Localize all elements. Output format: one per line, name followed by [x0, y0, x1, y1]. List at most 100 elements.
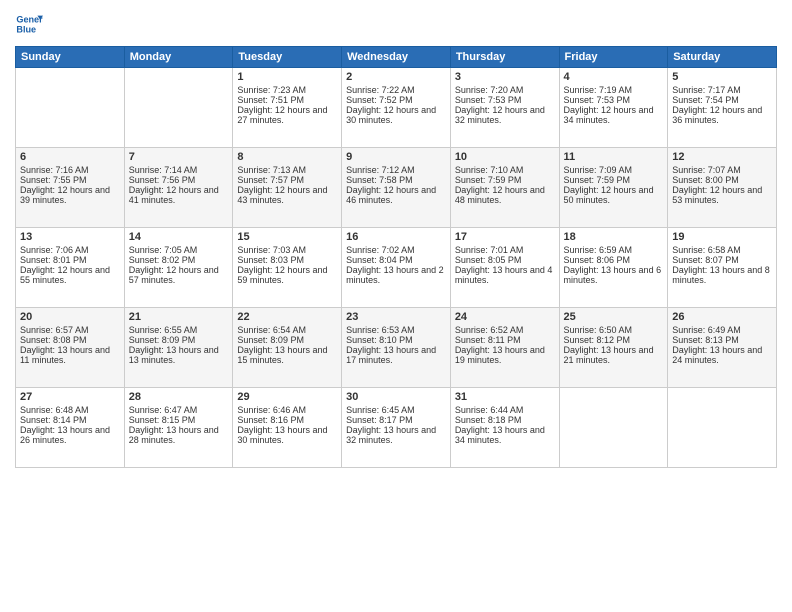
day-number: 31: [455, 391, 555, 403]
daylight-text: Daylight: 12 hours and 41 minutes.: [129, 185, 229, 205]
sunset-text: Sunset: 8:02 PM: [129, 255, 229, 265]
sunset-text: Sunset: 8:17 PM: [346, 415, 446, 425]
day-number: 23: [346, 311, 446, 323]
sunset-text: Sunset: 8:08 PM: [20, 335, 120, 345]
daylight-text: Daylight: 12 hours and 48 minutes.: [455, 185, 555, 205]
sunset-text: Sunset: 8:06 PM: [564, 255, 664, 265]
sunrise-text: Sunrise: 6:47 AM: [129, 405, 229, 415]
day-number: 17: [455, 231, 555, 243]
sunset-text: Sunset: 8:10 PM: [346, 335, 446, 345]
sunrise-text: Sunrise: 6:52 AM: [455, 325, 555, 335]
sunset-text: Sunset: 7:59 PM: [564, 175, 664, 185]
day-number: 10: [455, 151, 555, 163]
col-header-friday: Friday: [559, 47, 668, 68]
sunset-text: Sunset: 7:57 PM: [237, 175, 337, 185]
col-header-wednesday: Wednesday: [342, 47, 451, 68]
day-cell: 15Sunrise: 7:03 AMSunset: 8:03 PMDayligh…: [233, 228, 342, 308]
week-row-2: 13Sunrise: 7:06 AMSunset: 8:01 PMDayligh…: [16, 228, 777, 308]
sunset-text: Sunset: 8:03 PM: [237, 255, 337, 265]
daylight-text: Daylight: 13 hours and 11 minutes.: [20, 345, 120, 365]
sunrise-text: Sunrise: 7:16 AM: [20, 165, 120, 175]
daylight-text: Daylight: 13 hours and 26 minutes.: [20, 425, 120, 445]
sunset-text: Sunset: 7:55 PM: [20, 175, 120, 185]
sunrise-text: Sunrise: 6:46 AM: [237, 405, 337, 415]
daylight-text: Daylight: 12 hours and 27 minutes.: [237, 105, 337, 125]
col-header-thursday: Thursday: [450, 47, 559, 68]
sunset-text: Sunset: 8:15 PM: [129, 415, 229, 425]
sunrise-text: Sunrise: 7:23 AM: [237, 85, 337, 95]
sunset-text: Sunset: 8:09 PM: [237, 335, 337, 345]
day-number: 15: [237, 231, 337, 243]
sunrise-text: Sunrise: 6:55 AM: [129, 325, 229, 335]
day-number: 12: [672, 151, 772, 163]
sunrise-text: Sunrise: 7:03 AM: [237, 245, 337, 255]
day-cell: 26Sunrise: 6:49 AMSunset: 8:13 PMDayligh…: [668, 308, 777, 388]
daylight-text: Daylight: 13 hours and 8 minutes.: [672, 265, 772, 285]
sunset-text: Sunset: 8:11 PM: [455, 335, 555, 345]
daylight-text: Daylight: 13 hours and 4 minutes.: [455, 265, 555, 285]
logo: General Blue: [15, 10, 43, 38]
day-number: 9: [346, 151, 446, 163]
day-cell: 14Sunrise: 7:05 AMSunset: 8:02 PMDayligh…: [124, 228, 233, 308]
svg-text:Blue: Blue: [16, 24, 36, 34]
sunrise-text: Sunrise: 7:05 AM: [129, 245, 229, 255]
sunset-text: Sunset: 8:09 PM: [129, 335, 229, 345]
daylight-text: Daylight: 13 hours and 13 minutes.: [129, 345, 229, 365]
day-number: 5: [672, 71, 772, 83]
day-cell: 16Sunrise: 7:02 AMSunset: 8:04 PMDayligh…: [342, 228, 451, 308]
col-header-tuesday: Tuesday: [233, 47, 342, 68]
day-number: 1: [237, 71, 337, 83]
sunrise-text: Sunrise: 6:45 AM: [346, 405, 446, 415]
header: General Blue: [15, 10, 777, 38]
sunrise-text: Sunrise: 6:44 AM: [455, 405, 555, 415]
day-cell: [124, 68, 233, 148]
day-cell: [559, 388, 668, 468]
day-number: 3: [455, 71, 555, 83]
day-number: 28: [129, 391, 229, 403]
day-cell: 7Sunrise: 7:14 AMSunset: 7:56 PMDaylight…: [124, 148, 233, 228]
daylight-text: Daylight: 13 hours and 32 minutes.: [346, 425, 446, 445]
day-cell: 28 Sunrise: 6:47 AMSunset: 8:15 PMDayligh…: [124, 388, 233, 468]
day-cell: 27Sunrise: 6:48 AMSunset: 8:14 PMDayligh…: [16, 388, 125, 468]
day-number: 14: [129, 231, 229, 243]
day-number: 19: [672, 231, 772, 243]
sunset-text: Sunset: 8:14 PM: [20, 415, 120, 425]
sunset-text: Sunset: 8:16 PM: [237, 415, 337, 425]
day-cell: 17Sunrise: 7:01 AMSunset: 8:05 PMDayligh…: [450, 228, 559, 308]
daylight-text: Daylight: 12 hours and 32 minutes.: [455, 105, 555, 125]
day-number: 29: [237, 391, 337, 403]
sunrise-text: Sunrise: 6:50 AM: [564, 325, 664, 335]
sunset-text: Sunset: 8:00 PM: [672, 175, 772, 185]
col-header-sunday: Sunday: [16, 47, 125, 68]
sunset-text: Sunset: 7:51 PM: [237, 95, 337, 105]
day-number: 16: [346, 231, 446, 243]
daylight-text: Daylight: 13 hours and 6 minutes.: [564, 265, 664, 285]
col-header-saturday: Saturday: [668, 47, 777, 68]
day-number: 27: [20, 391, 120, 403]
day-cell: 12Sunrise: 7:07 AMSunset: 8:00 PMDayligh…: [668, 148, 777, 228]
daylight-text: Daylight: 13 hours and 21 minutes.: [564, 345, 664, 365]
day-number: 2: [346, 71, 446, 83]
sunrise-text: Sunrise: 7:22 AM: [346, 85, 446, 95]
sunrise-text: Sunrise: 7:06 AM: [20, 245, 120, 255]
sunset-text: Sunset: 8:01 PM: [20, 255, 120, 265]
daylight-text: Daylight: 13 hours and 28 minutes.: [129, 425, 229, 445]
sunset-text: Sunset: 8:04 PM: [346, 255, 446, 265]
header-row: SundayMondayTuesdayWednesdayThursdayFrid…: [16, 47, 777, 68]
day-number: 20: [20, 311, 120, 323]
sunrise-text: Sunrise: 6:49 AM: [672, 325, 772, 335]
sunset-text: Sunset: 7:56 PM: [129, 175, 229, 185]
day-cell: 6Sunrise: 7:16 AMSunset: 7:55 PMDaylight…: [16, 148, 125, 228]
sunrise-text: Sunrise: 6:53 AM: [346, 325, 446, 335]
day-number: 22: [237, 311, 337, 323]
sunset-text: Sunset: 8:13 PM: [672, 335, 772, 345]
daylight-text: Daylight: 13 hours and 15 minutes.: [237, 345, 337, 365]
day-cell: 11Sunrise: 7:09 AMSunset: 7:59 PMDayligh…: [559, 148, 668, 228]
day-number: 30: [346, 391, 446, 403]
day-cell: 23Sunrise: 6:53 AMSunset: 8:10 PMDayligh…: [342, 308, 451, 388]
daylight-text: Daylight: 12 hours and 30 minutes.: [346, 105, 446, 125]
sunset-text: Sunset: 7:52 PM: [346, 95, 446, 105]
sunrise-text: Sunrise: 7:01 AM: [455, 245, 555, 255]
day-number: 6: [20, 151, 120, 163]
day-cell: 24Sunrise: 6:52 AMSunset: 8:11 PMDayligh…: [450, 308, 559, 388]
